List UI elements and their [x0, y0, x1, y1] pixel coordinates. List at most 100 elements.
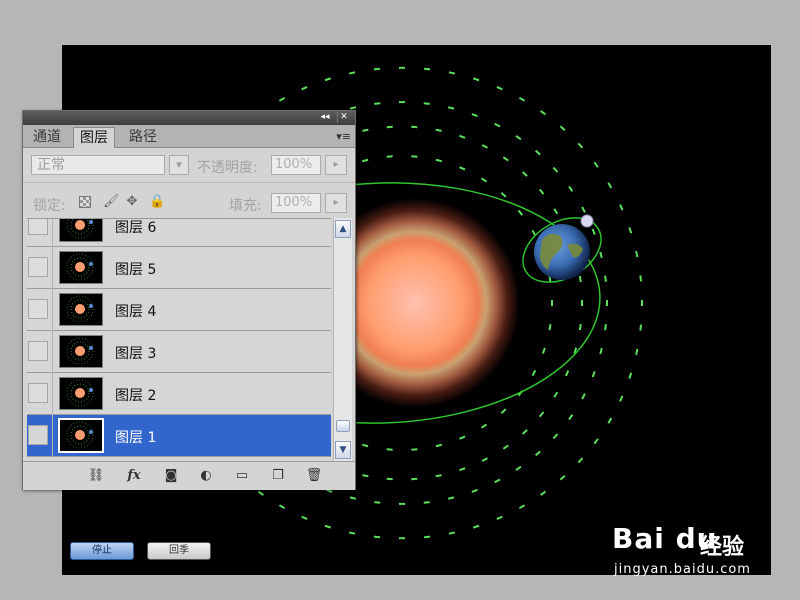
orbit-dash: [348, 71, 356, 75]
orbit-dash: [473, 524, 480, 529]
tab-channels[interactable]: 通道: [27, 127, 67, 147]
orbit-dash: [581, 206, 586, 213]
lock-transparent-pixels-icon[interactable]: [79, 196, 91, 208]
orbit-dash: [639, 275, 642, 282]
divider: [52, 289, 53, 331]
orbit-dash: [607, 417, 613, 424]
fill-slider-arrow-icon[interactable]: ▸: [325, 193, 347, 213]
divider: [52, 331, 53, 373]
layer-row[interactable]: 图层 3: [27, 331, 331, 373]
visibility-toggle[interactable]: [28, 257, 48, 277]
orbit-dash: [496, 515, 503, 520]
orbit-dash: [374, 501, 381, 504]
move-icon[interactable]: ✥: [125, 195, 139, 209]
orbit-dash: [535, 149, 541, 156]
lock-icon[interactable]: 🔒: [149, 195, 165, 209]
orbit-dash: [593, 438, 599, 445]
orbit-dash: [619, 395, 624, 402]
orbit-dash: [471, 113, 478, 118]
lock-label: 锁定:: [33, 198, 66, 214]
orbit-dash: [578, 275, 582, 283]
orbit-dash: [496, 86, 503, 91]
orbit-dash: [459, 166, 466, 171]
scroll-down-icon[interactable]: ▼: [335, 441, 351, 459]
orbit-dash: [591, 371, 596, 378]
panel-titlebar[interactable]: ◂◂ ✕: [23, 111, 355, 125]
orbit-dash: [515, 135, 522, 141]
layers-scrollbar[interactable]: ▲ ▼: [333, 218, 352, 461]
layer-row[interactable]: 图层 5: [27, 247, 331, 289]
orbit-dash: [607, 182, 613, 189]
orbit-dash: [423, 535, 431, 539]
orbit-dash: [459, 134, 466, 139]
orbit-dash: [568, 185, 574, 192]
layer-row[interactable]: 图层 2: [27, 373, 331, 415]
orbit-dash: [480, 423, 488, 429]
orbit-dash: [552, 166, 559, 173]
panel-menu-icon[interactable]: ▾≡: [336, 130, 351, 143]
orbit-dash: [362, 128, 369, 132]
visibility-toggle[interactable]: [28, 425, 48, 445]
scroll-up-icon[interactable]: ▲: [335, 220, 351, 238]
orbit-dash: [448, 71, 456, 75]
layer-thumbnail: [58, 418, 104, 453]
brush-icon[interactable]: 🖌: [103, 195, 120, 209]
orbit-dash: [540, 490, 547, 496]
orbit-dash: [435, 474, 442, 478]
visibility-toggle[interactable]: [28, 341, 48, 361]
layer-row-selected[interactable]: 图层 1: [27, 415, 331, 457]
new-layer-icon[interactable]: ❐: [269, 468, 287, 484]
orbit-dash: [517, 209, 524, 216]
opacity-field[interactable]: 100%: [271, 155, 321, 175]
orbit-dash: [577, 142, 584, 149]
orbit-dash: [278, 96, 286, 102]
link-icon[interactable]: ⛓: [87, 468, 105, 484]
layer-mask-icon[interactable]: ◙: [162, 468, 180, 484]
divider: [52, 415, 53, 457]
tab-layers[interactable]: 图层: [73, 127, 115, 148]
orbit-dash: [373, 535, 381, 539]
orbit-dash: [531, 369, 537, 377]
adjustment-layer-icon[interactable]: ◐: [197, 468, 215, 484]
watermark-product: 经验: [700, 535, 745, 560]
trash-icon[interactable]: 🗑: [305, 468, 323, 484]
orbit-dash: [324, 77, 331, 82]
orbit-dash: [540, 110, 547, 116]
close-icon[interactable]: ✕: [337, 112, 350, 123]
visibility-toggle[interactable]: [28, 383, 48, 403]
play-button[interactable]: 回季: [147, 542, 211, 560]
tab-paths[interactable]: 路径: [123, 127, 163, 147]
visibility-toggle[interactable]: [28, 299, 48, 319]
orbit-dash: [548, 324, 552, 331]
layer-row[interactable]: 图层 6: [27, 219, 331, 247]
moon: [580, 214, 594, 228]
tab-strip: 通道 图层 路径 ▾≡: [23, 125, 355, 148]
layer-thumbnail: [59, 251, 103, 284]
orbit-dash: [578, 323, 582, 331]
orbit-dash: [628, 372, 633, 379]
fx-icon[interactable]: fx: [125, 468, 143, 484]
orbit-dash: [473, 77, 480, 82]
layer-name: 图层 3: [115, 346, 157, 362]
layer-row[interactable]: 图层 4: [27, 289, 331, 331]
stop-button[interactable]: 停止: [70, 542, 134, 560]
visibility-toggle[interactable]: [28, 219, 48, 235]
orbit-dash: [326, 488, 333, 493]
fill-label: 填充:: [229, 198, 262, 214]
blend-mode-select[interactable]: 正常: [31, 155, 165, 175]
orbit-dash: [577, 457, 584, 464]
chevron-down-icon[interactable]: ▾: [169, 155, 189, 175]
orbit-dash: [423, 501, 430, 504]
opacity-label: 不透明度:: [197, 160, 258, 176]
layer-thumbnail: [59, 335, 103, 368]
fill-field[interactable]: 100%: [271, 193, 321, 213]
orbit-dash: [435, 128, 442, 132]
layer-name: 图层 6: [115, 220, 157, 236]
layers-panel: ◂◂ ✕ 通道 图层 路径 ▾≡ 正常 ▾ 不透明度: 100% ▸ 锁定: 🖌…: [22, 110, 356, 490]
collapse-icon[interactable]: ◂◂: [319, 112, 331, 123]
opacity-slider-arrow-icon[interactable]: ▸: [325, 155, 347, 175]
orbit-dash: [301, 515, 308, 520]
scroll-thumb[interactable]: [336, 420, 350, 432]
orbit-dash: [559, 475, 566, 481]
folder-icon[interactable]: ▭: [233, 468, 251, 484]
